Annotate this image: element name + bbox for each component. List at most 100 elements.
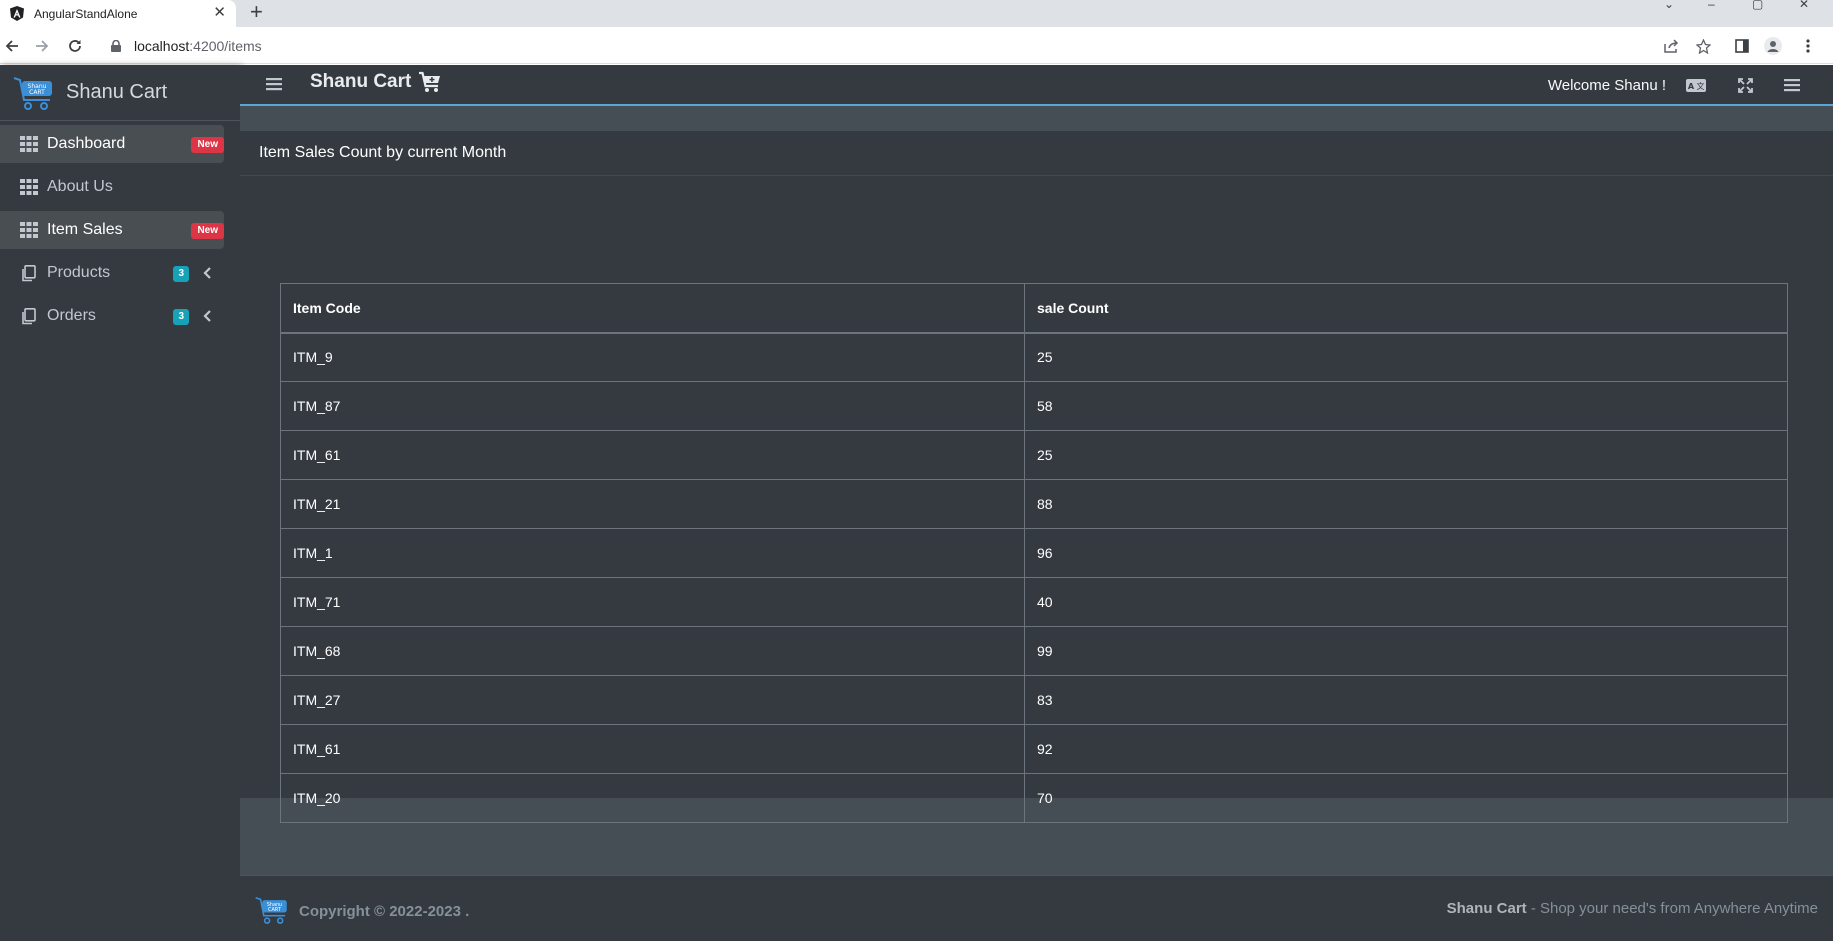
footer-tagline: Shanu Cart - Shop your need's from Anywh…: [1447, 900, 1818, 917]
sale-count-cell: 99: [1024, 626, 1788, 676]
chevron-down-icon[interactable]: ⌄: [1664, 0, 1674, 10]
sidebar-item-item-sales[interactable]: Item Sales New: [0, 211, 224, 249]
table-row: ITM_61 92: [280, 724, 1788, 774]
item-code-cell: ITM_61: [280, 430, 1025, 480]
item-sales-card: Item Sales Count by current Month Item C…: [240, 131, 1833, 823]
chevron-left-icon[interactable]: [202, 309, 212, 323]
item-code-cell: ITM_27: [280, 675, 1025, 725]
item-code-cell: ITM_1: [280, 528, 1025, 578]
sidebar-item-about-us[interactable]: About Us: [0, 168, 224, 206]
card-header: Item Sales Count by current Month: [240, 131, 1833, 176]
svg-text:A: A: [1688, 82, 1695, 91]
sale-count-cell: 58: [1024, 381, 1788, 431]
sale-count-cell: 70: [1024, 773, 1788, 823]
page-footer: Shanu CART Copyright © 2022-2023 . Shanu…: [240, 875, 1833, 941]
item-code-cell: ITM_21: [280, 479, 1025, 529]
sale-count-cell: 92: [1024, 724, 1788, 774]
chevron-left-icon[interactable]: [202, 266, 212, 280]
sale-count-cell: 25: [1024, 430, 1788, 480]
window-close-icon[interactable]: ✕: [1799, 0, 1809, 10]
column-header-sale-count: sale Count: [1024, 283, 1788, 334]
sidebar-item-orders[interactable]: Orders 3: [0, 297, 224, 335]
shopping-cart-icon: [419, 71, 440, 92]
reload-icon[interactable]: [65, 36, 85, 56]
maximize-icon[interactable]: ▢: [1752, 0, 1763, 10]
sale-count-cell: 25: [1024, 332, 1788, 382]
grid-icon: [19, 135, 39, 153]
address-bar[interactable]: localhost:4200/items: [98, 31, 1708, 60]
sale-count-cell: 88: [1024, 479, 1788, 529]
copy-icon: [19, 264, 39, 282]
side-panel-icon[interactable]: [1733, 37, 1751, 55]
sidebar: Shanu CART Shanu Cart Dashboard New Abou…: [0, 65, 240, 941]
sidebar-item-label: Products: [47, 264, 111, 281]
back-icon[interactable]: [2, 36, 22, 56]
grid-icon: [19, 178, 39, 196]
count-badge: 3: [173, 266, 189, 282]
tab-title: AngularStandAlone: [34, 6, 138, 21]
minimize-icon[interactable]: –: [1708, 0, 1715, 10]
item-code-cell: ITM_9: [280, 332, 1025, 382]
svg-text:CART: CART: [29, 89, 45, 96]
table-row: ITM_71 40: [280, 577, 1788, 627]
brand-link[interactable]: Shanu CART Shanu Cart: [0, 65, 240, 121]
item-code-cell: ITM_68: [280, 626, 1025, 676]
browser-tab[interactable]: AngularStandAlone ✕: [0, 0, 236, 27]
item-code-cell: ITM_20: [280, 773, 1025, 823]
table-row: ITM_1 96: [280, 528, 1788, 578]
close-icon[interactable]: ✕: [213, 4, 226, 22]
new-badge: New: [191, 223, 224, 239]
table-row: ITM_61 25: [280, 430, 1788, 480]
grid-icon: [19, 221, 39, 239]
count-badge: 3: [173, 309, 189, 325]
svg-text:CART: CART: [268, 907, 281, 913]
copyright-text: Copyright © 2022-2023 .: [299, 903, 470, 920]
top-navbar: Shanu Cart Welcome Shanu ! A文: [240, 65, 1833, 106]
fullscreen-icon[interactable]: [1735, 77, 1755, 93]
copy-icon: [19, 307, 39, 325]
cart-logo-icon: Shanu CART: [13, 76, 52, 110]
sale-count-cell: 96: [1024, 528, 1788, 578]
table-row: ITM_27 83: [280, 675, 1788, 725]
sale-count-cell: 40: [1024, 577, 1788, 627]
svg-text:文: 文: [1697, 81, 1705, 91]
browser-tabstrip: AngularStandAlone ✕ + ⌄ – ▢ ✕: [0, 0, 1833, 27]
share-icon[interactable]: [1662, 37, 1680, 55]
column-header-item-code: Item Code: [280, 283, 1025, 334]
hamburger-menu-icon[interactable]: [265, 75, 283, 93]
item-code-cell: ITM_71: [280, 577, 1025, 627]
item-code-cell: ITM_87: [280, 381, 1025, 431]
sidebar-item-label: Orders: [47, 307, 96, 324]
footer-brand[interactable]: Shanu Cart: [1447, 900, 1527, 917]
welcome-text: Welcome Shanu !: [1547, 77, 1666, 94]
sale-count-cell: 83: [1024, 675, 1788, 725]
sidebar-item-dashboard[interactable]: Dashboard New: [0, 125, 224, 163]
language-icon[interactable]: A文: [1686, 77, 1706, 93]
sidebar-nav: Dashboard New About Us Item Sales New Pr…: [0, 121, 240, 335]
item-sales-table: Item Code sale Count ITM_9 25 ITM_87 58 IT…: [280, 283, 1788, 823]
card-title: Item Sales Count by current Month: [259, 144, 507, 161]
angular-icon: [9, 6, 25, 22]
sidebar-item-label: Dashboard: [47, 135, 126, 152]
lock-icon: [110, 39, 122, 53]
bookmark-star-icon[interactable]: [1694, 37, 1712, 55]
browser-toolbar: localhost:4200/items: [0, 27, 1833, 64]
profile-avatar-icon[interactable]: [1764, 37, 1782, 55]
table-header-row: Item Code sale Count: [280, 283, 1788, 334]
cart-logo-icon: Shanu CART: [255, 896, 287, 924]
item-code-cell: ITM_61: [280, 724, 1025, 774]
table-row: ITM_87 58: [280, 381, 1788, 431]
navbar-title[interactable]: Shanu Cart: [310, 71, 411, 93]
sidebar-item-products[interactable]: Products 3: [0, 254, 224, 292]
control-sidebar-icon[interactable]: [1782, 77, 1802, 93]
new-tab-icon[interactable]: +: [250, 1, 263, 23]
table-row: ITM_9 25: [280, 332, 1788, 382]
new-badge: New: [191, 137, 224, 153]
table-row: ITM_21 88: [280, 479, 1788, 529]
forward-icon[interactable]: [32, 36, 52, 56]
url-text: localhost:4200/items: [134, 37, 262, 54]
sidebar-item-label: Item Sales: [47, 221, 123, 238]
sidebar-item-label: About Us: [47, 178, 113, 195]
tagline-text: - Shop your need's from Anywhere Anytime: [1526, 900, 1818, 917]
browser-menu-icon[interactable]: [1799, 37, 1817, 55]
